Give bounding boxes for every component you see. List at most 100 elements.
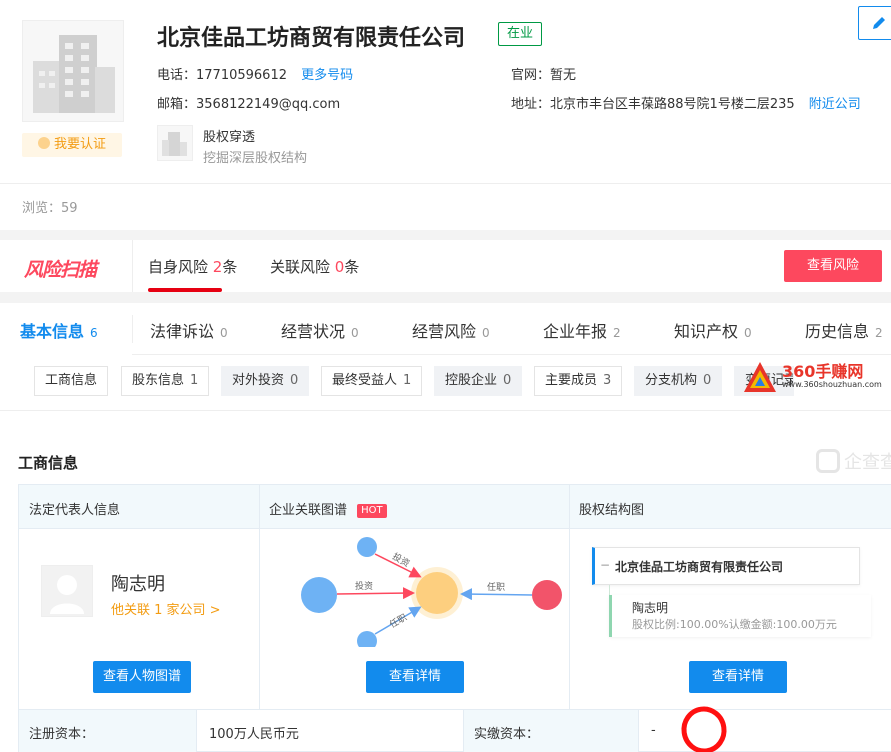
phone-label: 电话： (157, 68, 197, 83)
col2-header: 企业关联图谱 HOT (269, 499, 387, 518)
info-table: 法定代表人信息 企业关联图谱 HOT 股权结构图 陶志明 他关联 1 家公司 >… (18, 484, 891, 752)
equity-person-node[interactable]: 陶志明 股权比例:100.00%认缴金额:100.00万元 (609, 595, 871, 637)
subtab-label: 最终受益人 (332, 373, 398, 388)
graph-right-node (532, 580, 562, 610)
graph-bottom-node (357, 631, 377, 647)
certify-label: 我要认证 (53, 137, 106, 152)
page-views: 浏览：59 (22, 201, 78, 216)
risk-logo-divider (132, 240, 133, 292)
col-divider-2 (569, 485, 570, 709)
subtab-count: 3 (603, 373, 612, 388)
subtab-investment[interactable]: 对外投资 0 (221, 366, 310, 396)
self-risk-unit: 条 (222, 258, 238, 276)
red-circle-annotation (681, 706, 727, 752)
tab-count: 2 (875, 326, 883, 340)
subtab-shareholders[interactable]: 股东信息 1 (121, 366, 210, 396)
col2-header-label: 企业关联图谱 (269, 503, 348, 518)
tab-business-risk[interactable]: 经营风险 0 (412, 318, 490, 342)
nearby-companies-link[interactable]: 附近公司 (809, 97, 861, 112)
certify-icon (37, 137, 50, 149)
qcc-brand: 企查查 (816, 448, 891, 474)
qcc-brand-text: 企查查 (844, 452, 891, 473)
tab-count: 0 (482, 326, 490, 340)
subtab-label: 工商信息 (45, 373, 98, 388)
related-risk-tab[interactable]: 关联风险 0条 (270, 256, 359, 277)
equity-detail-button[interactable]: 查看详情 (689, 661, 787, 693)
person-related-link[interactable]: 他关联 1 家公司 > (111, 599, 221, 618)
tab-annual-report[interactable]: 企业年报 2 (543, 318, 621, 342)
subtab-label: 对外投资 (232, 373, 285, 388)
tab-count: 2 (613, 326, 621, 340)
subtab-holding[interactable]: 控股企业 0 (434, 366, 523, 396)
watermark-logo-icon (744, 362, 776, 392)
relation-detail-button[interactable]: 查看详情 (366, 661, 464, 693)
tab-count: 0 (220, 326, 228, 340)
paid-capital-value: - (651, 723, 656, 738)
col3-header: 股权结构图 (579, 503, 645, 518)
equity-penetration-link[interactable]: 股权穿透 挖掘深层股权结构 (157, 125, 357, 166)
subtab-business-info[interactable]: 工商信息 (34, 366, 109, 396)
self-risk-count: 2 (212, 258, 223, 276)
email-label: 邮箱： (157, 97, 197, 112)
graph-edge-label: 投资 (390, 550, 412, 569)
watermark-url: www.360shouzhuan.com (782, 380, 882, 389)
subtab-count: 0 (290, 373, 299, 388)
view-risk-button[interactable]: 查看风险 (784, 250, 882, 282)
edit-button[interactable] (858, 6, 891, 40)
tab-count: 6 (90, 326, 98, 340)
subtab-label: 主要成员 (545, 373, 598, 388)
subtab-branches[interactable]: 分支机构 0 (634, 366, 723, 396)
phone-row: 电话：17710596612 更多号码 (157, 64, 353, 83)
company-header-card: 我要认证 北京佳品工坊商贸有限责任公司 在业 电话：17710596612 更多… (0, 0, 891, 230)
tab-count: 0 (744, 326, 752, 340)
tab-count: 0 (351, 326, 359, 340)
subtab-count: 1 (403, 373, 412, 388)
section-title: 工商信息 (18, 454, 79, 472)
equity-person-name: 陶志明 (632, 601, 669, 615)
graph-top-node (357, 537, 377, 557)
tab-ip[interactable]: 知识产权 0 (674, 318, 752, 342)
email-value: 3568122149@qq.com (196, 97, 341, 112)
subtab-beneficiary[interactable]: 最终受益人 1 (321, 366, 423, 396)
person-name[interactable]: 陶志明 (111, 570, 165, 596)
website-value: 暂无 (550, 68, 577, 83)
self-risk-underline (148, 288, 222, 292)
more-phones-link[interactable]: 更多号码 (301, 68, 353, 83)
subtab-members[interactable]: 主要成员 3 (534, 366, 623, 396)
watermark-title: 360手赚网 (782, 362, 864, 381)
tab-history[interactable]: 历史信息 2 (805, 318, 883, 342)
graph-edge-label: 任职 (487, 581, 505, 593)
company-logo (22, 20, 124, 122)
graph-edge-label: 投资 (355, 580, 373, 592)
reg-capital-value: 100万人民币元 (209, 727, 299, 742)
subtab-count: 1 (190, 373, 199, 388)
equity-subtitle: 挖掘深层股权结构 (203, 151, 308, 166)
equity-company-name: 北京佳品工坊商贸有限责任公司 (615, 560, 784, 574)
tab-label: 经营风险 (412, 322, 477, 341)
person-avatar (41, 565, 93, 617)
self-risk-tab[interactable]: 自身风险 2条 (148, 256, 237, 277)
collapse-icon[interactable]: − (600, 558, 610, 572)
tab-basic-info[interactable]: 基本信息 6 (20, 318, 98, 342)
company-name: 北京佳品工坊商贸有限责任公司 (157, 26, 466, 51)
email-row: 邮箱：3568122149@qq.com (157, 93, 340, 112)
tab-operation[interactable]: 经营状况 0 (281, 318, 359, 342)
qcc-logo-icon (816, 449, 840, 473)
relation-graph[interactable]: 投资 投资 任职 任职 (269, 537, 569, 647)
equity-building-icon (157, 125, 193, 161)
person-graph-button[interactable]: 查看人物图谱 (93, 661, 191, 693)
related-risk-unit: 条 (344, 258, 360, 276)
hot-badge: HOT (357, 504, 387, 518)
certify-button[interactable]: 我要认证 (22, 133, 122, 157)
equity-company-node[interactable]: − 北京佳品工坊商贸有限责任公司 (592, 547, 860, 585)
subtab-count: 0 (703, 373, 712, 388)
header-divider (0, 183, 891, 184)
tab-divider-1 (132, 315, 133, 343)
table-header-row (19, 485, 891, 529)
equity-person-detail: 股权比例:100.00%认缴金额:100.00万元 (632, 618, 837, 631)
tab-legal[interactable]: 法律诉讼 0 (150, 318, 228, 342)
website-row: 官网：暂无 (511, 64, 576, 83)
risk-scan-bar: 风险扫描 自身风险 2条 关联风险 0条 查看风险 (0, 240, 891, 292)
reg-capital-label: 注册资本： (29, 727, 95, 742)
subtab-label: 股东信息 (132, 373, 185, 388)
